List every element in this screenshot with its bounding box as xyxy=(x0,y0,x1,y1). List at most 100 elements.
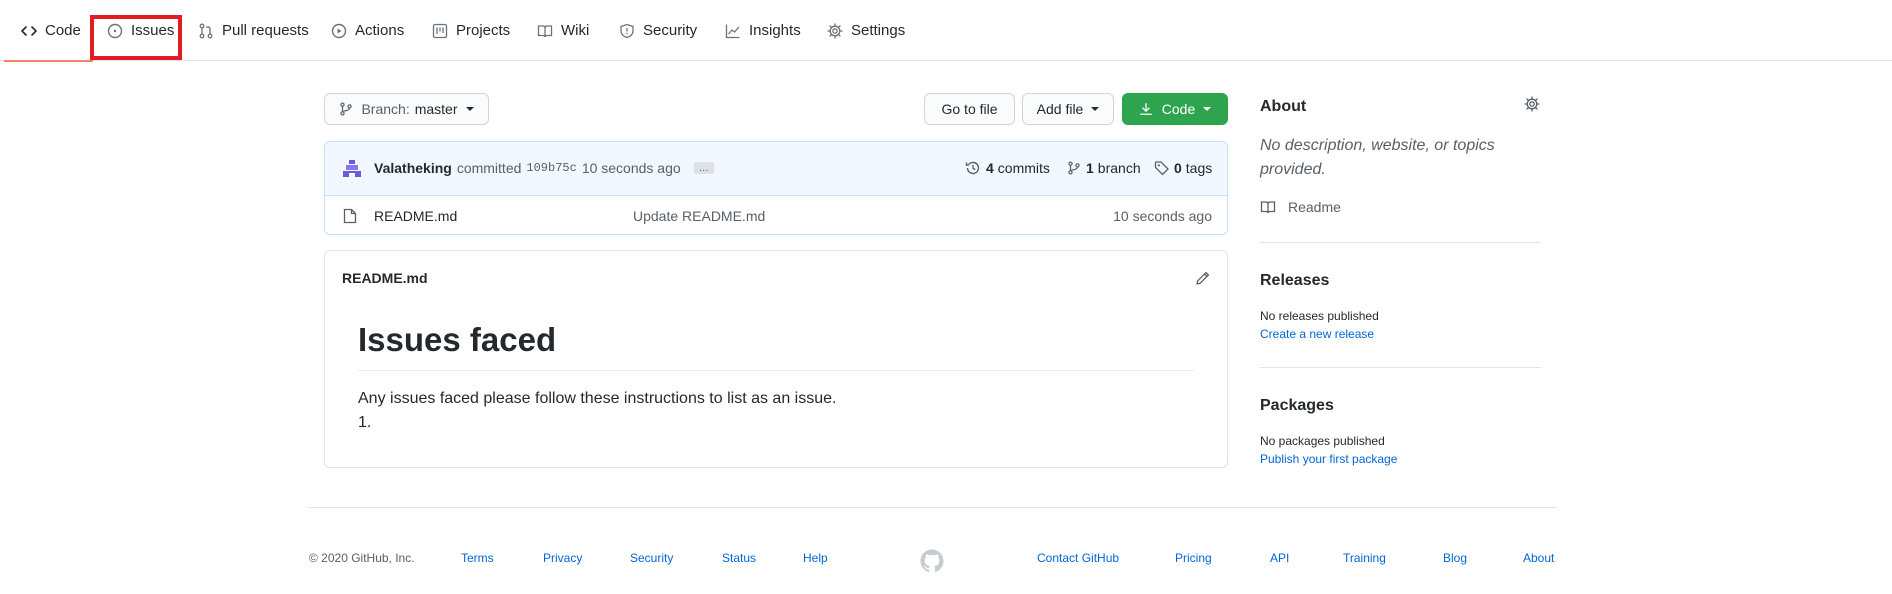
tab-settings[interactable]: Settings xyxy=(826,0,905,61)
gear-icon xyxy=(826,22,844,40)
readme-list-item: 1. xyxy=(358,414,372,431)
commit-ellipsis-button[interactable]: … xyxy=(693,162,714,174)
file-commit-message-link[interactable]: Update README.md xyxy=(633,208,765,224)
readme-paragraph: Any issues faced please follow these ins… xyxy=(358,390,837,407)
footer-link-blog[interactable]: Blog xyxy=(1443,551,1467,565)
tab-wiki[interactable]: Wiki xyxy=(536,0,589,61)
graph-icon xyxy=(724,22,742,40)
branches-count: 1 xyxy=(1086,160,1094,176)
about-description: No description, website, or topics provi… xyxy=(1260,137,1495,178)
pencil-icon[interactable] xyxy=(1195,270,1211,289)
tab-label: Projects xyxy=(456,22,511,39)
commit-sha-link[interactable]: 109b75c xyxy=(526,161,576,175)
about-title: About xyxy=(1260,98,1307,115)
footer-link-security[interactable]: Security xyxy=(630,551,673,565)
commit-verb: committed xyxy=(456,160,522,176)
code-button-label: Code xyxy=(1161,101,1196,117)
tags-label: tags xyxy=(1185,160,1213,176)
history-icon xyxy=(965,160,981,176)
book-icon xyxy=(1260,199,1276,215)
add-file-button[interactable]: Add file xyxy=(1022,93,1114,125)
issues-tab-highlight-box xyxy=(90,15,182,60)
readme-filename: README.md xyxy=(342,270,428,286)
tab-label: Security xyxy=(643,22,698,39)
publish-package-link[interactable]: Publish your first package xyxy=(1260,452,1397,466)
packages-title[interactable]: Packages xyxy=(1260,397,1334,415)
tab-label: Code xyxy=(45,22,81,39)
file-age: 10 seconds ago xyxy=(1113,208,1212,224)
footer-link-api[interactable]: API xyxy=(1270,551,1289,565)
commit-time: 10 seconds ago xyxy=(581,160,681,176)
sidebar-divider xyxy=(1260,367,1541,368)
tab-label: Pull requests xyxy=(222,22,309,39)
book-icon xyxy=(536,22,554,40)
project-icon xyxy=(431,22,449,40)
footer-divider xyxy=(309,507,1557,508)
packages-none-text: No packages published xyxy=(1260,434,1385,448)
avatar[interactable] xyxy=(340,157,364,181)
chevron-down-icon xyxy=(1203,107,1212,111)
shield-icon xyxy=(618,22,636,40)
tags-count-link[interactable]: 0 tags xyxy=(1154,160,1212,176)
create-release-link[interactable]: Create a new release xyxy=(1260,327,1374,341)
footer-link-privacy[interactable]: Privacy xyxy=(543,551,582,565)
file-row: README.md Update README.md 10 seconds ag… xyxy=(325,196,1227,234)
play-icon xyxy=(330,22,348,40)
go-to-file-label: Go to file xyxy=(941,101,998,117)
readme-sidebar-link[interactable]: Readme xyxy=(1260,199,1341,215)
tab-actions[interactable]: Actions xyxy=(330,0,404,61)
go-to-file-button[interactable]: Go to file xyxy=(924,93,1015,125)
code-icon xyxy=(20,22,38,40)
tab-label: Actions xyxy=(355,22,405,39)
commit-author-link[interactable]: Valatheking xyxy=(374,160,452,176)
tag-icon xyxy=(1154,160,1170,176)
sidebar-divider xyxy=(1260,242,1541,243)
footer-link-help[interactable]: Help xyxy=(803,551,828,565)
code-download-button[interactable]: Code xyxy=(1122,93,1228,125)
chevron-down-icon xyxy=(465,107,474,111)
add-file-label: Add file xyxy=(1036,101,1084,117)
tags-count: 0 xyxy=(1174,160,1182,176)
tab-pull-requests[interactable]: Pull requests xyxy=(197,0,309,61)
commit-header: Valatheking committed 109b75c 10 seconds… xyxy=(325,142,1227,196)
branches-label: branch xyxy=(1097,160,1141,176)
footer-link-about[interactable]: About xyxy=(1523,551,1554,565)
branch-prefix: Branch: xyxy=(361,101,410,117)
branch-select-button[interactable]: Branch: master xyxy=(324,93,489,125)
repo-tab-nav: Code Issues Pull requests Actions Projec… xyxy=(0,0,1892,62)
tab-code[interactable]: Code xyxy=(4,0,93,62)
git-branch-icon xyxy=(339,102,353,116)
footer-link-training[interactable]: Training xyxy=(1343,551,1386,565)
footer-copyright: © 2020 GitHub, Inc. xyxy=(309,551,415,565)
readme-link-label: Readme xyxy=(1288,199,1341,215)
branch-name: master xyxy=(414,101,458,117)
chevron-down-icon xyxy=(1091,107,1100,111)
git-branch-icon xyxy=(1067,161,1081,175)
releases-none-text: No releases published xyxy=(1260,309,1379,323)
gear-icon[interactable] xyxy=(1524,96,1540,115)
readme-box: README.md Issues faced Any issues faced … xyxy=(324,250,1228,468)
footer-link-pricing[interactable]: Pricing xyxy=(1175,551,1212,565)
branches-count-link[interactable]: 1 branch xyxy=(1067,160,1141,176)
tab-label: Insights xyxy=(749,22,801,39)
tab-insights[interactable]: Insights xyxy=(724,0,801,61)
heading-divider xyxy=(358,370,1194,371)
file-icon xyxy=(343,208,357,227)
tab-projects[interactable]: Projects xyxy=(431,0,510,61)
tab-label: Wiki xyxy=(561,22,590,39)
releases-title[interactable]: Releases xyxy=(1260,272,1329,290)
tab-label: Settings xyxy=(851,22,906,39)
git-pull-request-icon xyxy=(197,22,215,40)
tab-security[interactable]: Security xyxy=(618,0,697,61)
commits-label: commits xyxy=(997,160,1050,176)
download-icon xyxy=(1139,102,1153,116)
commits-count: 4 xyxy=(986,160,994,176)
footer-link-contact[interactable]: Contact GitHub xyxy=(1037,551,1119,565)
commits-count-link[interactable]: 4 commits xyxy=(965,160,1050,176)
file-name-link[interactable]: README.md xyxy=(374,208,457,224)
latest-commit-box: Valatheking committed 109b75c 10 seconds… xyxy=(324,141,1228,235)
github-logo-icon[interactable] xyxy=(920,549,944,576)
footer-link-status[interactable]: Status xyxy=(722,551,756,565)
footer-link-terms[interactable]: Terms xyxy=(461,551,494,565)
readme-heading: Issues faced xyxy=(358,321,557,358)
